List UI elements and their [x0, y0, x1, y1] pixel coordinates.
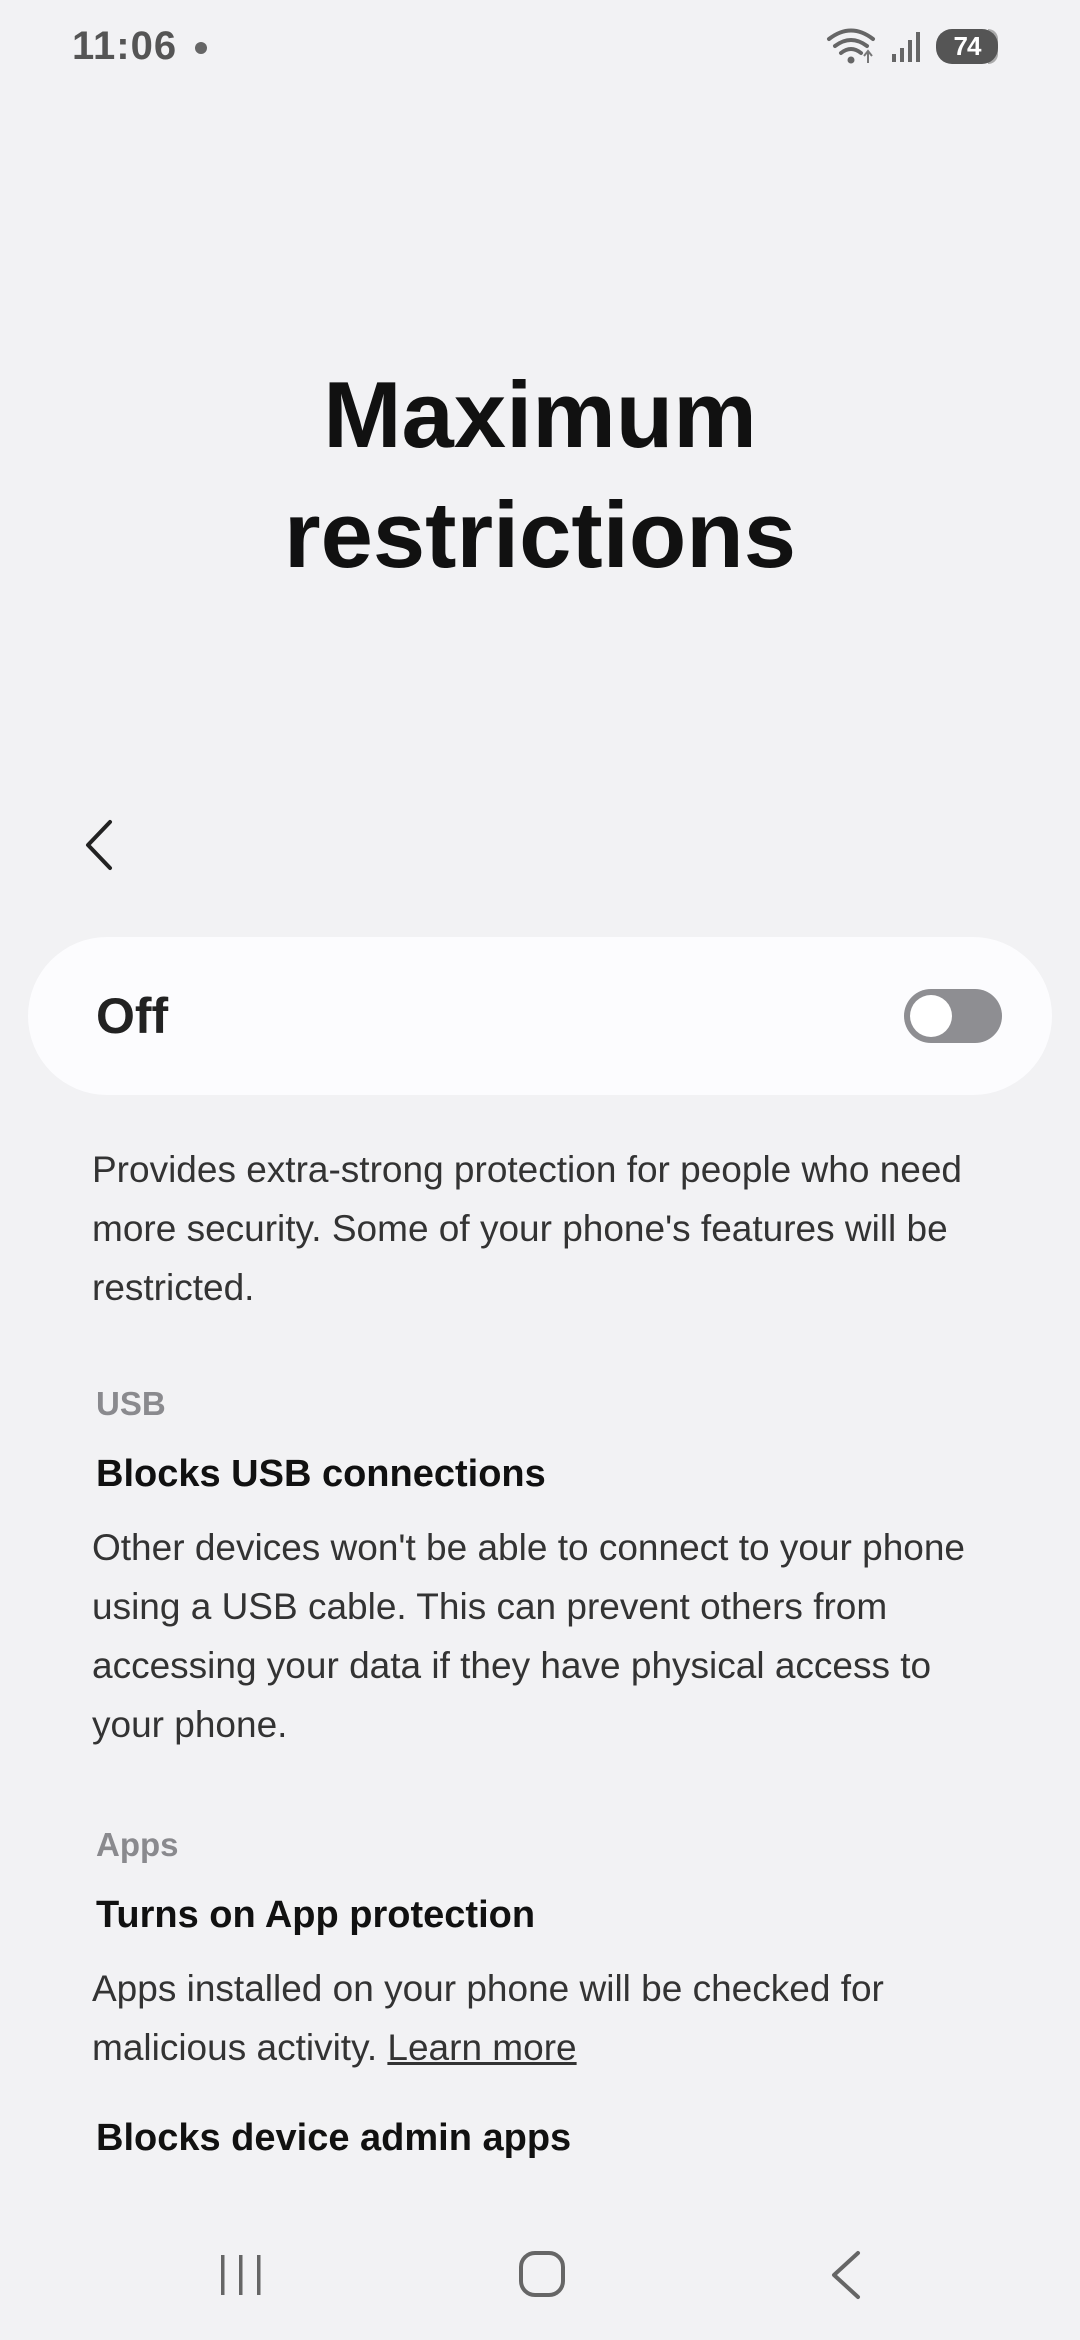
learn-more-link[interactable]: Learn more: [387, 2027, 576, 2068]
battery-indicator: 74: [936, 29, 998, 64]
toggle-label: Off: [96, 988, 169, 1044]
battery-level: 74: [953, 31, 982, 61]
section-header-usb: USB: [96, 1385, 166, 1422]
intro-description: Provides extra-strong protection for peo…: [92, 1149, 963, 1308]
home-icon[interactable]: [518, 2250, 566, 2298]
status-bar: 11:06 74: [0, 0, 1080, 95]
item-title-device-admin: Blocks device admin apps: [96, 2117, 572, 2159]
section-header-apps: Apps: [96, 1826, 179, 1863]
item-description-app-protection: Apps installed on your phone will be che…: [92, 1959, 1012, 2077]
signal-icon: [892, 32, 920, 62]
toggle-switch[interactable]: [904, 989, 1002, 1043]
master-toggle-card[interactable]: Off: [28, 937, 1052, 1095]
notification-dot-icon: [195, 42, 207, 54]
status-time: 11:06: [72, 24, 178, 68]
page-title-line2: restrictions: [284, 482, 796, 587]
item-title-app-protection: Turns on App protection: [96, 1894, 536, 1936]
back-button[interactable]: [72, 810, 132, 880]
page-title-line1: Maximum: [323, 362, 757, 467]
back-icon[interactable]: [826, 2249, 866, 2301]
navigation-bar: [0, 2195, 1080, 2340]
toggle-knob: [910, 995, 952, 1037]
wifi-icon: [827, 28, 875, 64]
recents-icon[interactable]: [218, 2253, 264, 2297]
item-title-usb: Blocks USB connections: [96, 1453, 546, 1495]
item-description-usb: Other devices won't be able to connect t…: [92, 1527, 966, 1745]
page-title: Maximum restrictions: [0, 355, 1080, 595]
content-area: Provides extra-strong protection for peo…: [92, 1140, 1012, 2160]
